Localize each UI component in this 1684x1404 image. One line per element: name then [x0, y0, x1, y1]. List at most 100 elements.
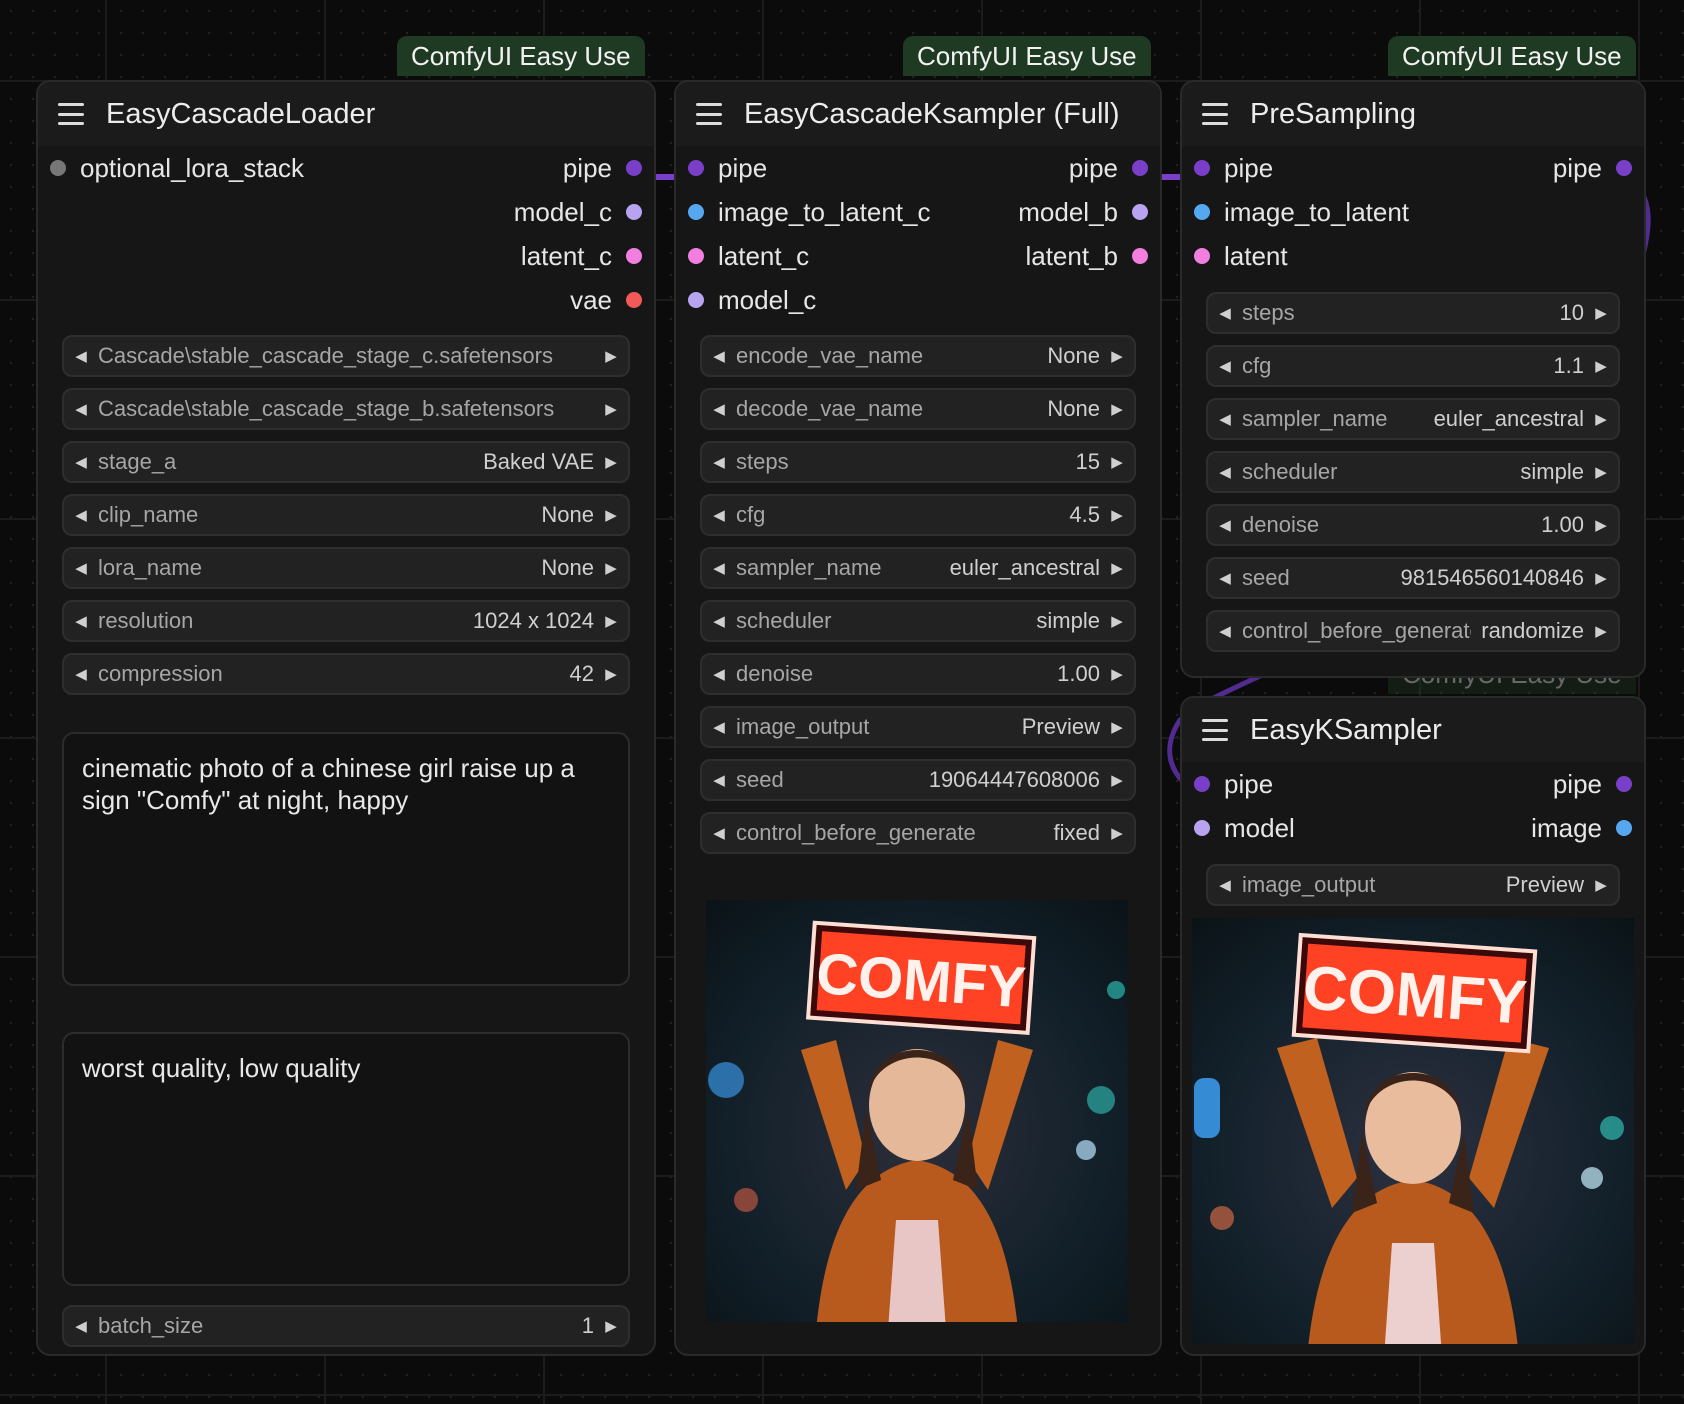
increment-arrow-icon[interactable]: ▶	[1584, 304, 1618, 322]
widget-cfg[interactable]: ◀ cfg 1.1 ▶	[1206, 345, 1620, 387]
widget-scheduler[interactable]: ◀ scheduler simple ▶	[1206, 451, 1620, 493]
decrement-arrow-icon[interactable]: ◀	[1208, 304, 1242, 322]
slot-dot-icon[interactable]	[1616, 776, 1632, 792]
widget-decode-vae-name[interactable]: ◀ decode_vae_name None ▶	[700, 388, 1136, 430]
increment-arrow-icon[interactable]: ▶	[594, 559, 628, 577]
widget-lora-name[interactable]: ◀ lora_name None ▶	[62, 547, 630, 589]
slot-dot-icon[interactable]	[1194, 820, 1210, 836]
slot-dot-icon[interactable]	[1616, 820, 1632, 836]
increment-arrow-icon[interactable]: ▶	[1584, 569, 1618, 587]
decrement-arrow-icon[interactable]: ◀	[702, 400, 736, 418]
menu-icon[interactable]	[1202, 103, 1228, 125]
input-latent[interactable]: latent	[1194, 234, 1288, 278]
widget-steps[interactable]: ◀ steps 15 ▶	[700, 441, 1136, 483]
decrement-arrow-icon[interactable]: ◀	[1208, 357, 1242, 375]
widget-clip-name[interactable]: ◀ clip_name None ▶	[62, 494, 630, 536]
input-image-to-latent-c[interactable]: image_to_latent_c	[688, 190, 930, 234]
slot-dot-icon[interactable]	[626, 204, 642, 220]
input-pipe[interactable]: pipe	[1194, 762, 1273, 806]
slot-dot-icon[interactable]	[1132, 204, 1148, 220]
input-pipe[interactable]: pipe	[1194, 146, 1273, 190]
menu-icon[interactable]	[1202, 719, 1228, 741]
increment-arrow-icon[interactable]: ▶	[1100, 347, 1134, 365]
input-model[interactable]: model	[1194, 806, 1295, 850]
slot-dot-icon[interactable]	[50, 160, 66, 176]
output-latent-c[interactable]: latent_c	[521, 234, 642, 278]
slot-dot-icon[interactable]	[1616, 160, 1632, 176]
decrement-arrow-icon[interactable]: ◀	[702, 824, 736, 842]
widget-seed[interactable]: ◀ seed 981546560140846 ▶	[1206, 557, 1620, 599]
increment-arrow-icon[interactable]: ▶	[1100, 824, 1134, 842]
slot-dot-icon[interactable]	[626, 292, 642, 308]
negative-prompt-textarea[interactable]: worst quality, low quality	[62, 1032, 630, 1286]
decrement-arrow-icon[interactable]: ◀	[702, 612, 736, 630]
output-pipe[interactable]: pipe	[1553, 762, 1632, 806]
widget-stage-a[interactable]: ◀ stage_a Baked VAE ▶	[62, 441, 630, 483]
slot-dot-icon[interactable]	[688, 160, 704, 176]
output-pipe[interactable]: pipe	[563, 146, 642, 190]
slot-dot-icon[interactable]	[1194, 160, 1210, 176]
node-easy-cascade-ksampler-full[interactable]: EasyCascadeKsampler (Full) pipe pipe ima…	[674, 80, 1162, 1356]
decrement-arrow-icon[interactable]: ◀	[1208, 569, 1242, 587]
input-latent-c[interactable]: latent_c	[688, 234, 809, 278]
decrement-arrow-icon[interactable]: ◀	[64, 506, 98, 524]
slot-dot-icon[interactable]	[1132, 160, 1148, 176]
increment-arrow-icon[interactable]: ▶	[594, 400, 628, 418]
decrement-arrow-icon[interactable]: ◀	[64, 1317, 98, 1335]
increment-arrow-icon[interactable]: ▶	[1100, 771, 1134, 789]
decrement-arrow-icon[interactable]: ◀	[702, 771, 736, 789]
increment-arrow-icon[interactable]: ▶	[594, 612, 628, 630]
increment-arrow-icon[interactable]: ▶	[1100, 400, 1134, 418]
increment-arrow-icon[interactable]: ▶	[1584, 876, 1618, 894]
positive-prompt-textarea[interactable]: cinematic photo of a chinese girl raise …	[62, 732, 630, 986]
output-model-b[interactable]: model_b	[1018, 190, 1148, 234]
widget-image-output[interactable]: ◀ image_output Preview ▶	[700, 706, 1136, 748]
node-header[interactable]: EasyCascadeKsampler (Full)	[676, 82, 1160, 146]
decrement-arrow-icon[interactable]: ◀	[64, 347, 98, 365]
decrement-arrow-icon[interactable]: ◀	[64, 400, 98, 418]
increment-arrow-icon[interactable]: ▶	[1100, 665, 1134, 683]
increment-arrow-icon[interactable]: ▶	[594, 506, 628, 524]
increment-arrow-icon[interactable]: ▶	[1584, 463, 1618, 481]
increment-arrow-icon[interactable]: ▶	[1100, 612, 1134, 630]
widget-stage-c[interactable]: ◀ Cascade\stable_cascade_stage_c.safeten…	[62, 335, 630, 377]
decrement-arrow-icon[interactable]: ◀	[702, 506, 736, 524]
node-easy-ksampler[interactable]: EasyKSampler pipe pipe model image ◀ ima…	[1180, 696, 1646, 1356]
increment-arrow-icon[interactable]: ▶	[1100, 506, 1134, 524]
decrement-arrow-icon[interactable]: ◀	[64, 665, 98, 683]
widget-denoise[interactable]: ◀ denoise 1.00 ▶	[1206, 504, 1620, 546]
decrement-arrow-icon[interactable]: ◀	[1208, 516, 1242, 534]
slot-dot-icon[interactable]	[688, 204, 704, 220]
input-image-to-latent[interactable]: image_to_latent	[1194, 190, 1409, 234]
decrement-arrow-icon[interactable]: ◀	[64, 559, 98, 577]
increment-arrow-icon[interactable]: ▶	[1100, 718, 1134, 736]
decrement-arrow-icon[interactable]: ◀	[702, 559, 736, 577]
output-image[interactable]: image	[1531, 806, 1632, 850]
widget-scheduler[interactable]: ◀ scheduler simple ▶	[700, 600, 1136, 642]
node-presampling[interactable]: PreSampling pipe pipe image_to_latent la…	[1180, 80, 1646, 678]
widget-image-output[interactable]: ◀ image_output Preview ▶	[1206, 864, 1620, 906]
slot-dot-icon[interactable]	[688, 292, 704, 308]
widget-sampler-name[interactable]: ◀ sampler_name euler_ancestral ▶	[700, 547, 1136, 589]
input-optional-lora-stack[interactable]: optional_lora_stack	[50, 146, 304, 190]
slot-dot-icon[interactable]	[1194, 776, 1210, 792]
output-model-c[interactable]: model_c	[514, 190, 642, 234]
widget-control-before-generate[interactable]: ◀ control_before_generate fixed ▶	[700, 812, 1136, 854]
increment-arrow-icon[interactable]: ▶	[594, 347, 628, 365]
widget-cfg[interactable]: ◀ cfg 4.5 ▶	[700, 494, 1136, 536]
decrement-arrow-icon[interactable]: ◀	[64, 612, 98, 630]
widget-batch-size[interactable]: ◀ batch_size 1 ▶	[62, 1305, 630, 1347]
widget-resolution[interactable]: ◀ resolution 1024 x 1024 ▶	[62, 600, 630, 642]
node-header[interactable]: EasyKSampler	[1182, 698, 1644, 762]
widget-steps[interactable]: ◀ steps 10 ▶	[1206, 292, 1620, 334]
node-easy-cascade-loader[interactable]: EasyCascadeLoader optional_lora_stack pi…	[36, 80, 656, 1356]
slot-dot-icon[interactable]	[626, 160, 642, 176]
menu-icon[interactable]	[58, 103, 84, 125]
increment-arrow-icon[interactable]: ▶	[594, 453, 628, 471]
decrement-arrow-icon[interactable]: ◀	[702, 665, 736, 683]
decrement-arrow-icon[interactable]: ◀	[1208, 622, 1242, 640]
increment-arrow-icon[interactable]: ▶	[1100, 453, 1134, 471]
increment-arrow-icon[interactable]: ▶	[1584, 622, 1618, 640]
increment-arrow-icon[interactable]: ▶	[1584, 357, 1618, 375]
decrement-arrow-icon[interactable]: ◀	[702, 453, 736, 471]
